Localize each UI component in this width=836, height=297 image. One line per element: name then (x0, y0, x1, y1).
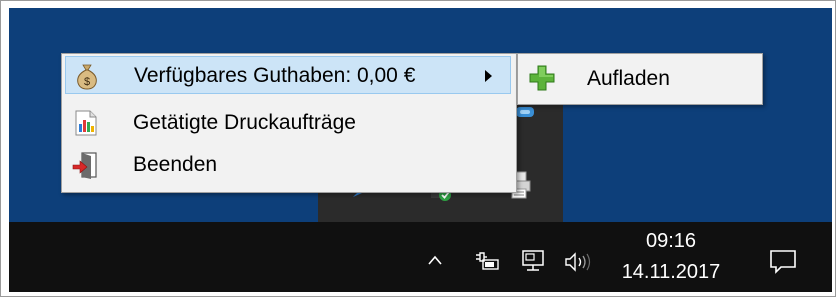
volume-icon[interactable] (564, 251, 594, 273)
clock-date[interactable]: 14.11.2017 (611, 261, 731, 284)
menu-item-print-jobs[interactable]: Getätigte Druckaufträge (65, 104, 511, 142)
tray-app-icon[interactable] (514, 105, 536, 119)
menu-item-label: Beenden (133, 153, 218, 176)
network-icon[interactable] (521, 249, 549, 273)
show-hidden-icons-chevron-icon[interactable] (428, 254, 442, 268)
tray-context-menu: $ Verfügbares Guthaben: 0,00 € Getätigte… (61, 53, 517, 193)
clock-time[interactable]: 09:16 (611, 230, 731, 253)
action-center-icon[interactable] (768, 248, 798, 276)
screenshot-frame: 09:16 14.11.2017 $ Verfügbares Guthaben:… (0, 0, 836, 297)
menu-item-label: Verfügbares Guthaben: 0,00 € (134, 64, 416, 87)
menu-item-label: Getätigte Druckaufträge (133, 111, 356, 134)
menu-item-balance[interactable]: $ Verfügbares Guthaben: 0,00 € (65, 56, 511, 94)
submenu-item-topup[interactable]: Aufladen (518, 54, 762, 104)
power-plug-battery-icon[interactable] (474, 251, 500, 271)
svg-text:$: $ (84, 76, 90, 88)
bar-chart-document-icon (75, 110, 97, 136)
submenu-arrow-icon (485, 70, 492, 82)
submenu-item-label: Aufladen (587, 67, 670, 90)
balance-submenu: Aufladen (517, 53, 763, 105)
money-bag-icon: $ (77, 64, 97, 90)
menu-item-exit[interactable]: Beenden (65, 146, 511, 184)
exit-door-icon (72, 152, 97, 179)
green-plus-icon (529, 65, 555, 91)
